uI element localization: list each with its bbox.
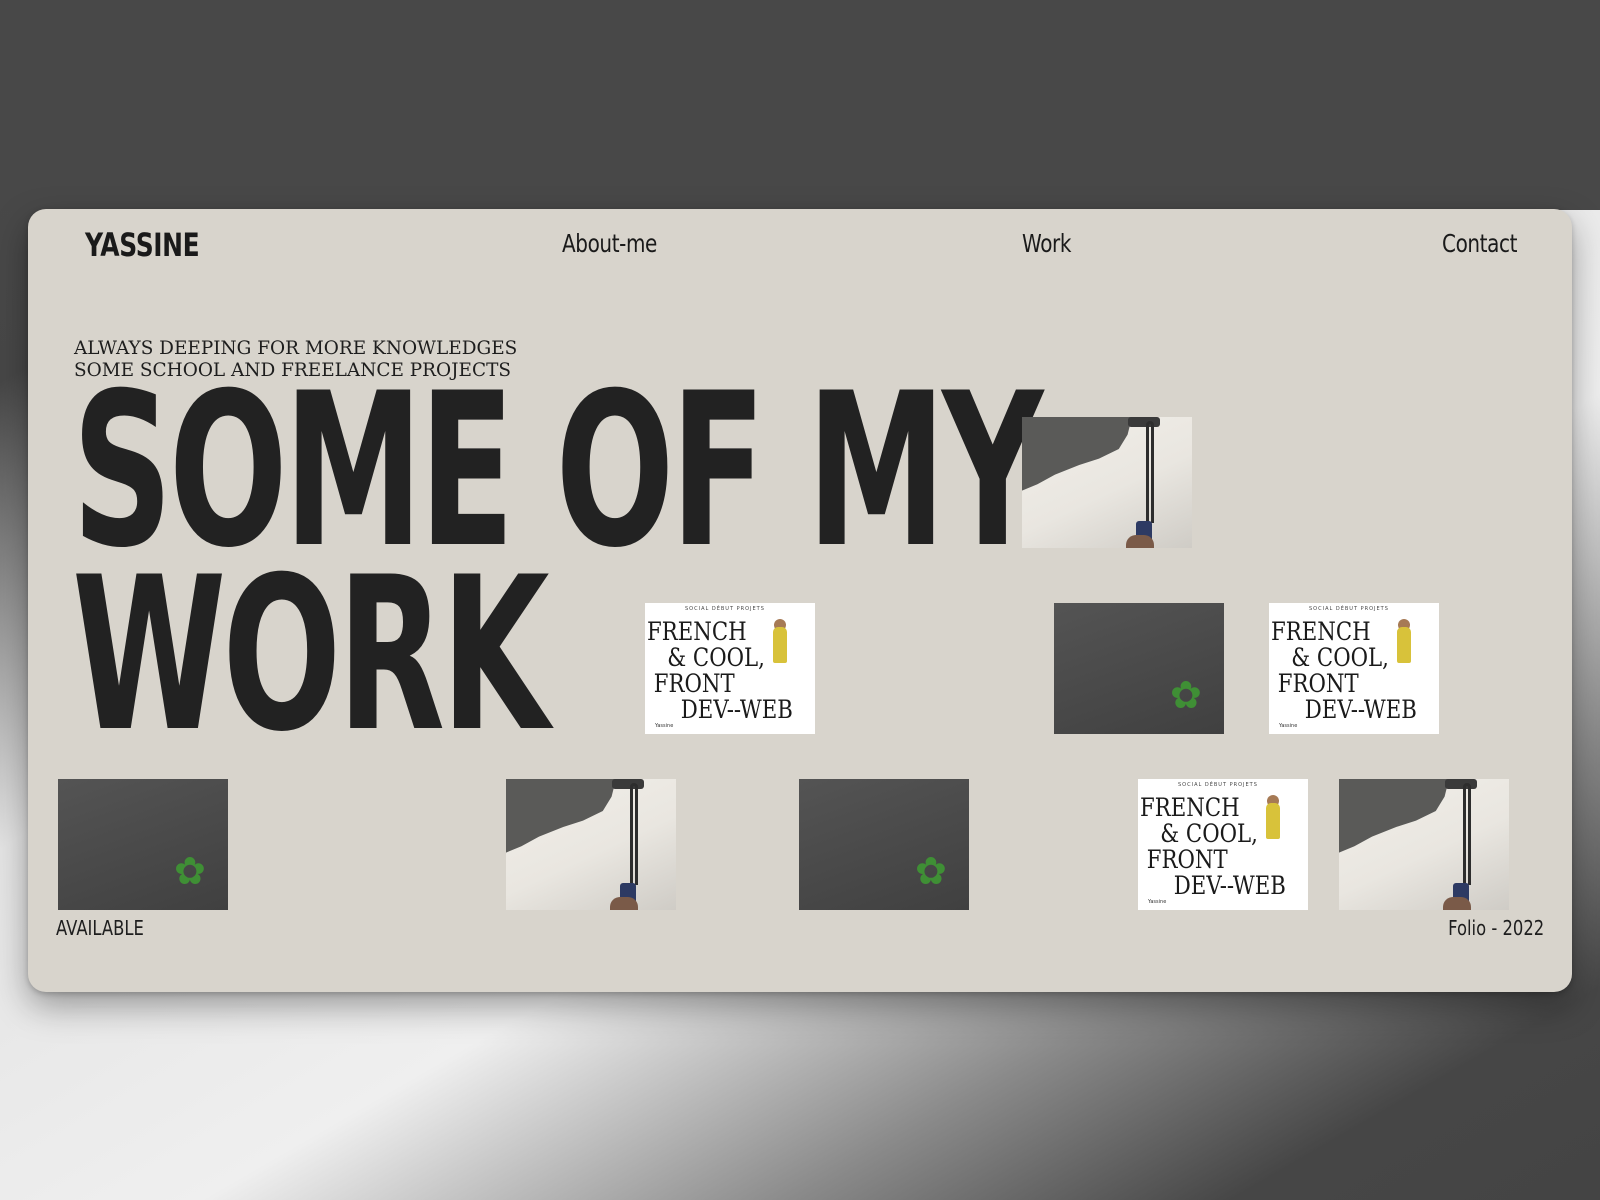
- roller-handle: [1463, 783, 1471, 885]
- nav-contact-link[interactable]: Contact: [1442, 229, 1517, 258]
- leaf-icon: ✿: [915, 851, 947, 893]
- project-thumbnail-roller[interactable]: [1022, 417, 1192, 548]
- roller-cap: [612, 779, 644, 789]
- project-thumbnail-poster[interactable]: SOCIAL DÉBUT PROJETS FRENCH & COOL, FRON…: [1269, 603, 1439, 734]
- folio-year: Folio - 2022: [1447, 916, 1544, 940]
- figure-body-icon: [1266, 803, 1280, 839]
- project-thumbnail-dark[interactable]: ✿: [799, 779, 969, 910]
- poster-text: FRENCH & COOL, FRONT DEV--WEB: [1140, 793, 1286, 900]
- logo[interactable]: YASSINE: [85, 226, 200, 264]
- nav-work-link[interactable]: Work: [1022, 229, 1071, 258]
- project-thumbnail-poster[interactable]: SOCIAL DÉBUT PROJETS FRENCH & COOL, FRON…: [1138, 779, 1308, 910]
- roller-handle: [630, 783, 638, 885]
- hand: [1443, 897, 1471, 910]
- paint-stroke: [506, 779, 616, 853]
- project-thumbnail-roller[interactable]: [506, 779, 676, 910]
- figure-body-icon: [1397, 627, 1411, 663]
- project-thumbnail-dark[interactable]: ✿: [1054, 603, 1224, 734]
- project-thumbnail-poster[interactable]: SOCIAL DÉBUT PROJETS FRENCH & COOL, FRON…: [645, 603, 815, 734]
- poster-corner-text: Yassine: [1148, 899, 1167, 905]
- poster-corner-text: Yassine: [1279, 723, 1298, 729]
- hero-headline: SOME OF MY WORK: [72, 365, 1043, 761]
- figure-body-icon: [773, 627, 787, 663]
- hand: [610, 897, 638, 910]
- roller-cap: [1445, 779, 1477, 789]
- portfolio-window: YASSINE About-me Work Contact ALWAYS DEE…: [28, 209, 1572, 992]
- roller-cap: [1128, 417, 1160, 427]
- leaf-icon: ✿: [174, 851, 206, 893]
- poster-mini-header: SOCIAL DÉBUT PROJETS: [1309, 606, 1389, 612]
- project-thumbnail-roller[interactable]: [1339, 779, 1509, 910]
- poster-mini-header: SOCIAL DÉBUT PROJETS: [1178, 782, 1258, 788]
- paint-stroke: [1022, 417, 1132, 491]
- project-thumbnail-dark[interactable]: ✿: [58, 779, 228, 910]
- availability-status: AVAILABLE: [56, 916, 144, 940]
- poster-text: FRENCH & COOL, FRONT DEV--WEB: [647, 617, 793, 724]
- paint-stroke: [1339, 779, 1449, 853]
- roller-handle: [1146, 421, 1154, 523]
- poster-mini-header: SOCIAL DÉBUT PROJETS: [685, 606, 765, 612]
- hand: [1126, 535, 1154, 548]
- nav-about-me-link[interactable]: About-me: [562, 229, 657, 258]
- leaf-icon: ✿: [1170, 675, 1202, 717]
- poster-text: FRENCH & COOL, FRONT DEV--WEB: [1271, 617, 1417, 724]
- background-top: [0, 0, 1600, 210]
- poster-corner-text: Yassine: [655, 723, 674, 729]
